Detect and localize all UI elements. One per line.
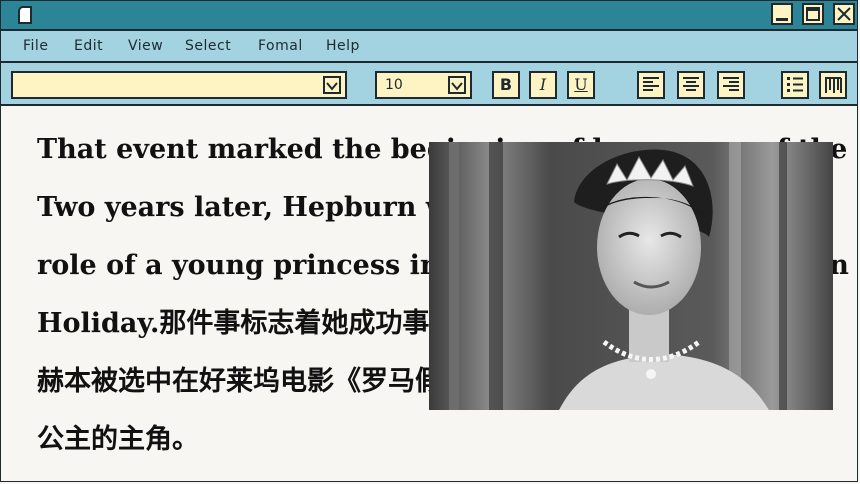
column-icon	[825, 77, 842, 93]
font-size-select[interactable]: 10	[375, 71, 472, 99]
font-select[interactable]	[11, 71, 347, 99]
text-line: 公主的主角。	[37, 424, 199, 455]
align-center-button[interactable]	[677, 71, 705, 99]
menu-bar: File Edit View Select Fomal Help	[1, 31, 857, 63]
chevron-down-icon	[448, 76, 466, 94]
chevron-down-icon	[323, 76, 341, 94]
close-button[interactable]	[833, 3, 855, 25]
menu-file[interactable]: File	[23, 38, 48, 54]
menu-help[interactable]: Help	[326, 38, 360, 54]
maximize-icon	[806, 7, 820, 21]
bulleted-list-icon	[787, 77, 803, 92]
font-size-value: 10	[385, 77, 403, 93]
document-icon	[18, 6, 32, 24]
align-right-icon	[723, 77, 739, 91]
editor-window: File Edit View Select Fomal Help 10 B I …	[0, 0, 858, 482]
align-right-button[interactable]	[717, 71, 745, 99]
maximize-button[interactable]	[802, 3, 824, 25]
minimize-button[interactable]	[771, 3, 793, 25]
underline-button[interactable]: U	[567, 71, 595, 99]
bold-label: B	[499, 75, 513, 94]
bold-button[interactable]: B	[492, 71, 520, 99]
align-center-icon	[683, 77, 699, 91]
menu-format[interactable]: Fomal	[258, 38, 303, 54]
bulleted-list-button[interactable]	[781, 71, 809, 99]
underline-label: U	[574, 75, 588, 94]
italic-button[interactable]: I	[529, 71, 557, 99]
align-left-button[interactable]	[637, 71, 665, 99]
menu-view[interactable]: View	[128, 38, 163, 54]
minimize-icon	[776, 18, 788, 21]
italic-label: I	[539, 75, 547, 94]
columns-button[interactable]	[819, 71, 847, 99]
title-bar[interactable]	[1, 1, 857, 31]
menu-select[interactable]: Select	[185, 38, 231, 54]
portrait-photo	[429, 142, 833, 410]
align-left-icon	[643, 77, 659, 91]
format-toolbar: 10 B I U	[1, 63, 857, 106]
close-icon	[837, 7, 851, 21]
menu-edit[interactable]: Edit	[74, 38, 103, 54]
